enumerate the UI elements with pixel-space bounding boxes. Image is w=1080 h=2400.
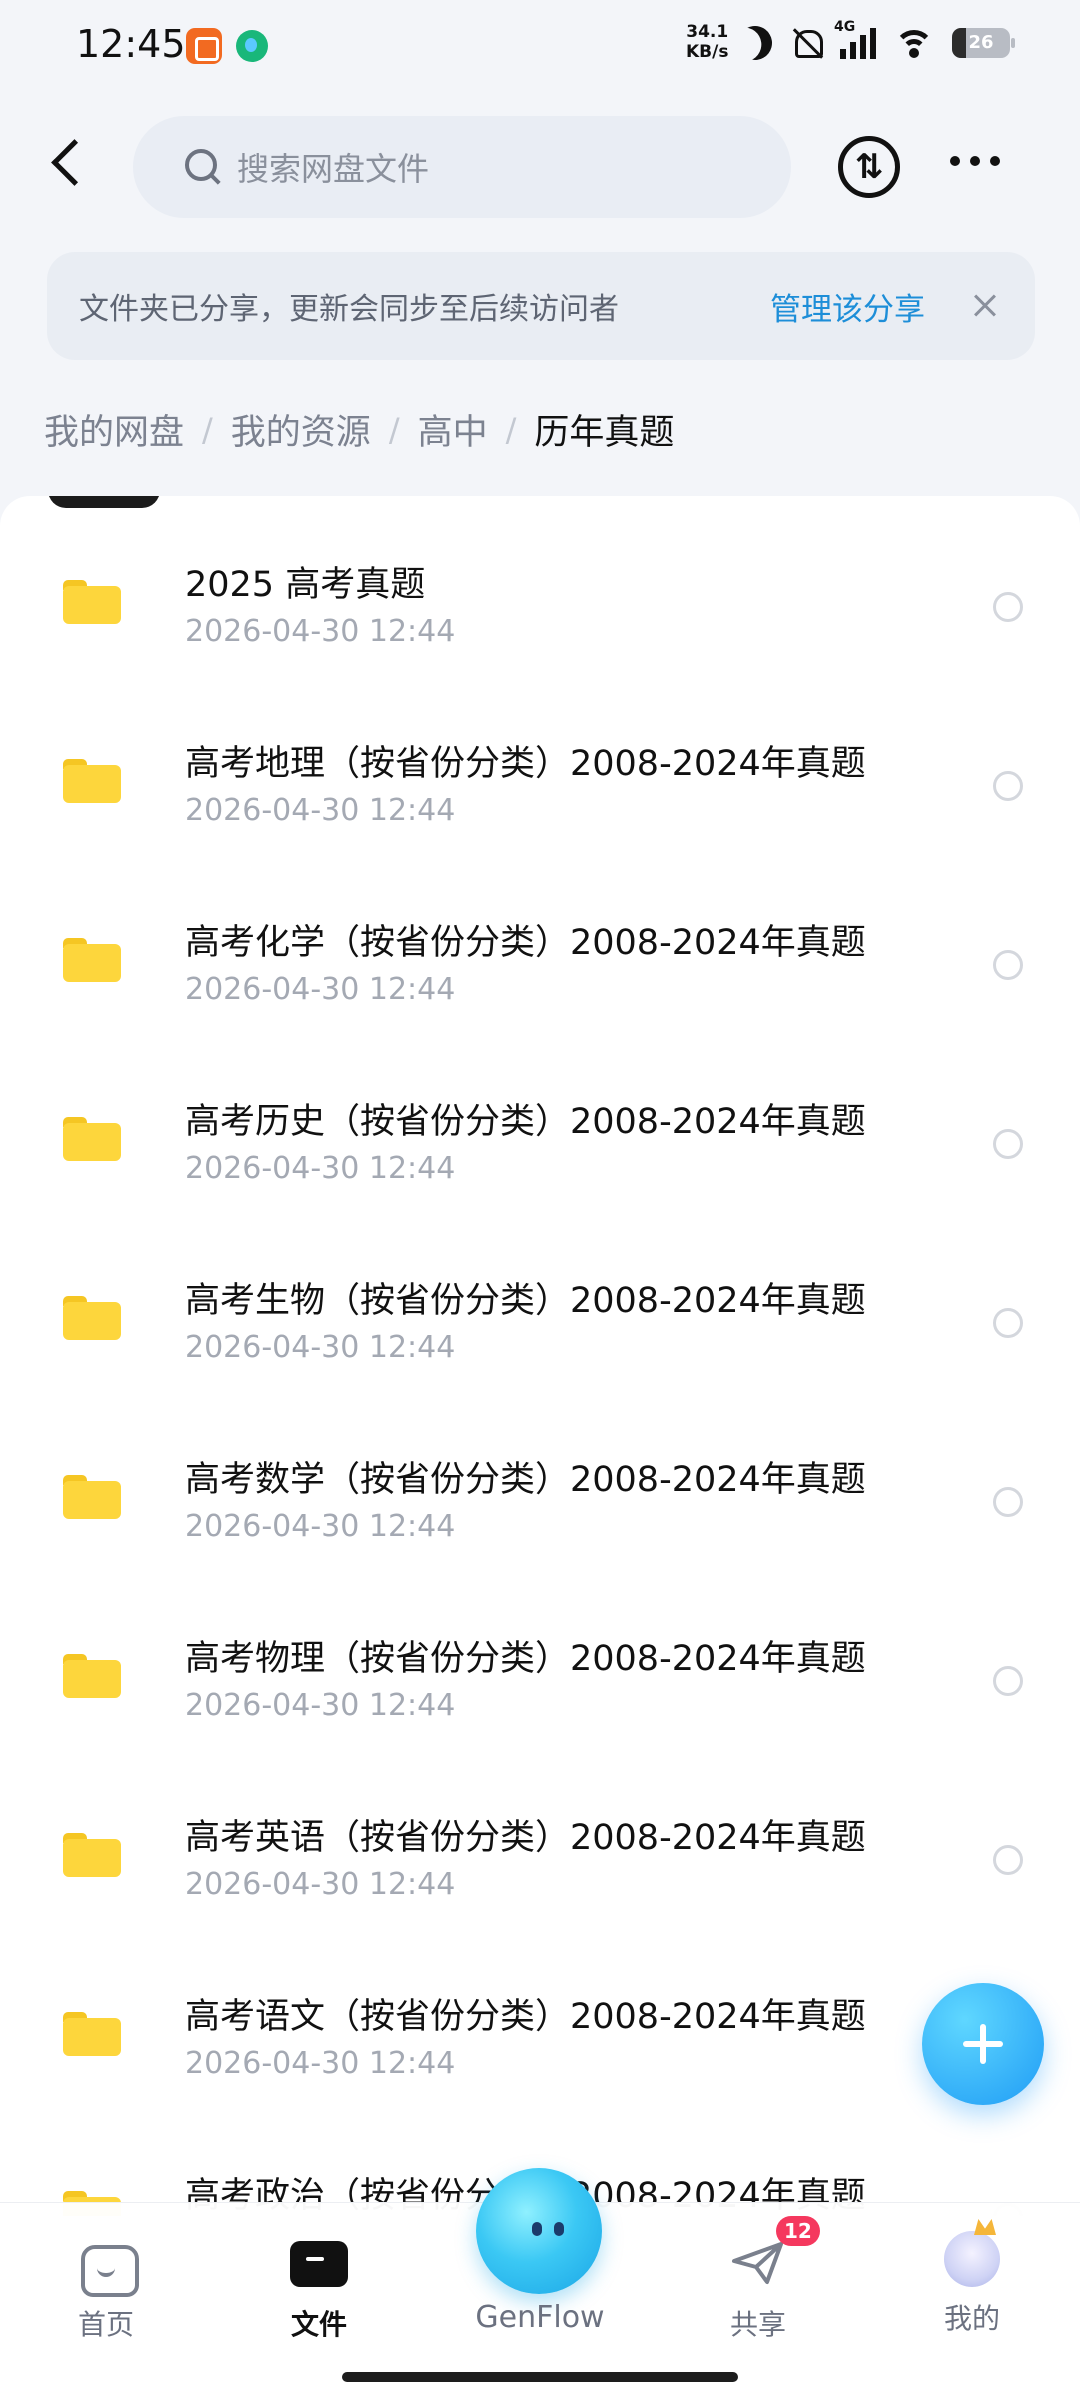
breadcrumb-item-my-drive[interactable]: 我的网盘 <box>44 404 184 455</box>
file-list: 2025 高考真题 2026-04-30 12:44 高考地理（按省份分类）20… <box>0 496 1080 2216</box>
breadcrumb-separator: / <box>388 410 400 449</box>
share-notification-badge: 12 <box>776 2216 820 2246</box>
tab-home-label: 首页 <box>77 2308 134 2341</box>
folder-row[interactable]: 高考物理（按省份分类）2008-2024年真题 2026-04-30 12:44 <box>0 1570 1080 1749</box>
muted-bell-icon <box>790 26 823 60</box>
folder-date: 2026-04-30 12:44 <box>185 1509 456 1544</box>
more-options-icon[interactable] <box>950 156 1000 166</box>
folder-name: 高考英语（按省份分类）2008-2024年真题 <box>185 1818 866 1858</box>
folder-date: 2026-04-30 12:44 <box>185 2046 456 2081</box>
folder-row[interactable]: 高考化学（按省份分类）2008-2024年真题 2026-04-30 12:44 <box>0 854 1080 1033</box>
folder-icon <box>63 759 121 803</box>
tab-share-label: 共享 <box>729 2308 786 2341</box>
folder-date: 2026-04-30 12:44 <box>185 1151 456 1186</box>
search-placeholder: 搜索网盘文件 <box>237 150 430 188</box>
battery-level: 26 <box>968 32 994 53</box>
folder-name: 高考物理（按省份分类）2008-2024年真题 <box>185 1639 866 1679</box>
select-checkbox[interactable] <box>993 950 1023 980</box>
folder-name: 高考化学（按省份分类）2008-2024年真题 <box>185 923 866 963</box>
folder-date: 2026-04-30 12:44 <box>185 1688 456 1723</box>
genflow-button[interactable] <box>476 2168 602 2294</box>
folder-icon <box>63 1654 121 1698</box>
select-checkbox[interactable] <box>993 1666 1023 1696</box>
network-speed: 34.1 KB/s <box>686 22 728 62</box>
tab-genflow-label: GenFlow <box>475 2300 605 2335</box>
folder-name: 2025 高考真题 <box>185 565 426 605</box>
cellular-signal-icon: 4G <box>834 19 876 59</box>
notification-app-icon-2 <box>236 30 268 62</box>
notification-app-icon <box>186 28 222 64</box>
manage-share-link[interactable]: 管理该分享 <box>770 284 925 329</box>
folder-row[interactable]: 2025 高考真题 2026-04-30 12:44 <box>0 496 1080 675</box>
status-time: 12:45 <box>76 22 186 66</box>
genflow-eye <box>532 2222 542 2236</box>
folder-row[interactable]: 高考历史（按省份分类）2008-2024年真题 2026-04-30 12:44 <box>0 1033 1080 1212</box>
search-input[interactable]: 搜索网盘文件 <box>133 116 791 218</box>
tab-files-label: 文件 <box>290 2308 347 2341</box>
network-speed-unit: KB/s <box>686 42 729 62</box>
breadcrumb-current: 历年真题 <box>534 413 675 453</box>
tab-me-label: 我的 <box>943 2302 1000 2335</box>
folder-row[interactable]: 高考英语（按省份分类）2008-2024年真题 2026-04-30 12:44 <box>0 1749 1080 1928</box>
share-notice-text: 文件夹已分享，更新会同步至后续访问者 <box>79 292 619 327</box>
close-icon[interactable] <box>965 286 1005 326</box>
tab-files[interactable]: 文件 <box>244 2231 394 2343</box>
folder-icon <box>63 1117 121 1161</box>
folder-name: 高考地理（按省份分类）2008-2024年真题 <box>185 744 866 784</box>
folder-icon <box>63 1296 121 1340</box>
breadcrumb: 我的网盘 / 我的资源 / 高中 / 历年真题 <box>44 404 674 455</box>
folder-icon <box>63 580 121 624</box>
tab-share[interactable]: 共享 <box>683 2231 833 2343</box>
folder-date: 2026-04-30 12:44 <box>185 614 456 649</box>
battery-icon: 26 <box>952 28 1015 58</box>
folder-date: 2026-04-30 12:44 <box>185 793 456 828</box>
select-checkbox[interactable] <box>993 1845 1023 1875</box>
folder-icon <box>63 2012 121 2056</box>
do-not-disturb-icon <box>732 20 778 66</box>
folder-row[interactable]: 高考数学（按省份分类）2008-2024年真题 2026-04-30 12:44 <box>0 1391 1080 1570</box>
folder-name: 高考语文（按省份分类）2008-2024年真题 <box>185 1997 866 2037</box>
folder-date: 2026-04-30 12:44 <box>185 972 456 1007</box>
folder-date: 2026-04-30 12:44 <box>185 1330 456 1365</box>
select-checkbox[interactable] <box>993 1487 1023 1517</box>
home-indicator[interactable] <box>342 2372 738 2382</box>
breadcrumb-separator: / <box>202 410 213 449</box>
avatar <box>944 2231 1000 2287</box>
folder-row[interactable]: 高考地理（按省份分类）2008-2024年真题 2026-04-30 12:44 <box>0 675 1080 854</box>
folder-icon <box>63 1475 121 1519</box>
top-bar: 搜索网盘文件 <box>0 110 1080 220</box>
transfer-list-icon[interactable] <box>838 136 900 198</box>
wifi-icon <box>894 28 934 58</box>
genflow-eye <box>554 2222 564 2236</box>
folder-row[interactable]: 高考生物（按省份分类）2008-2024年真题 2026-04-30 12:44 <box>0 1212 1080 1391</box>
select-checkbox[interactable] <box>993 592 1023 622</box>
home-icon <box>75 2231 139 2297</box>
select-checkbox[interactable] <box>993 771 1023 801</box>
status-icons: 4G 26 <box>738 19 1015 60</box>
add-button[interactable] <box>922 1983 1044 2105</box>
breadcrumb-separator: / <box>505 410 517 449</box>
search-icon <box>183 147 223 187</box>
breadcrumb-item-my-resources[interactable]: 我的资源 <box>231 404 371 455</box>
tab-home[interactable]: 首页 <box>31 2231 181 2343</box>
folder-row[interactable]: 高考语文（按省份分类）2008-2024年真题 2026-04-30 12:44 <box>0 1928 1080 2107</box>
network-type: 4G <box>834 19 856 35</box>
folder-date: 2026-04-30 12:44 <box>185 1867 456 1902</box>
folder-name: 高考数学（按省份分类）2008-2024年真题 <box>185 1460 866 1500</box>
select-checkbox[interactable] <box>993 1129 1023 1159</box>
folder-tab-icon <box>288 2231 350 2293</box>
folder-icon <box>63 938 121 982</box>
folder-name: 高考历史（按省份分类）2008-2024年真题 <box>185 1102 866 1142</box>
folder-name: 高考生物（按省份分类）2008-2024年真题 <box>185 1281 866 1321</box>
share-notice-banner: 文件夹已分享，更新会同步至后续访问者 管理该分享 <box>47 252 1035 360</box>
folder-icon <box>63 1833 121 1877</box>
status-bar: 12:45 34.1 KB/s 4G 26 <box>0 0 1080 96</box>
back-arrow-icon[interactable] <box>40 134 100 194</box>
tab-me[interactable]: 我的 <box>897 2231 1047 2337</box>
network-speed-value: 34.1 <box>686 22 729 42</box>
breadcrumb-item-high-school[interactable]: 高中 <box>418 404 488 455</box>
select-checkbox[interactable] <box>993 1308 1023 1338</box>
